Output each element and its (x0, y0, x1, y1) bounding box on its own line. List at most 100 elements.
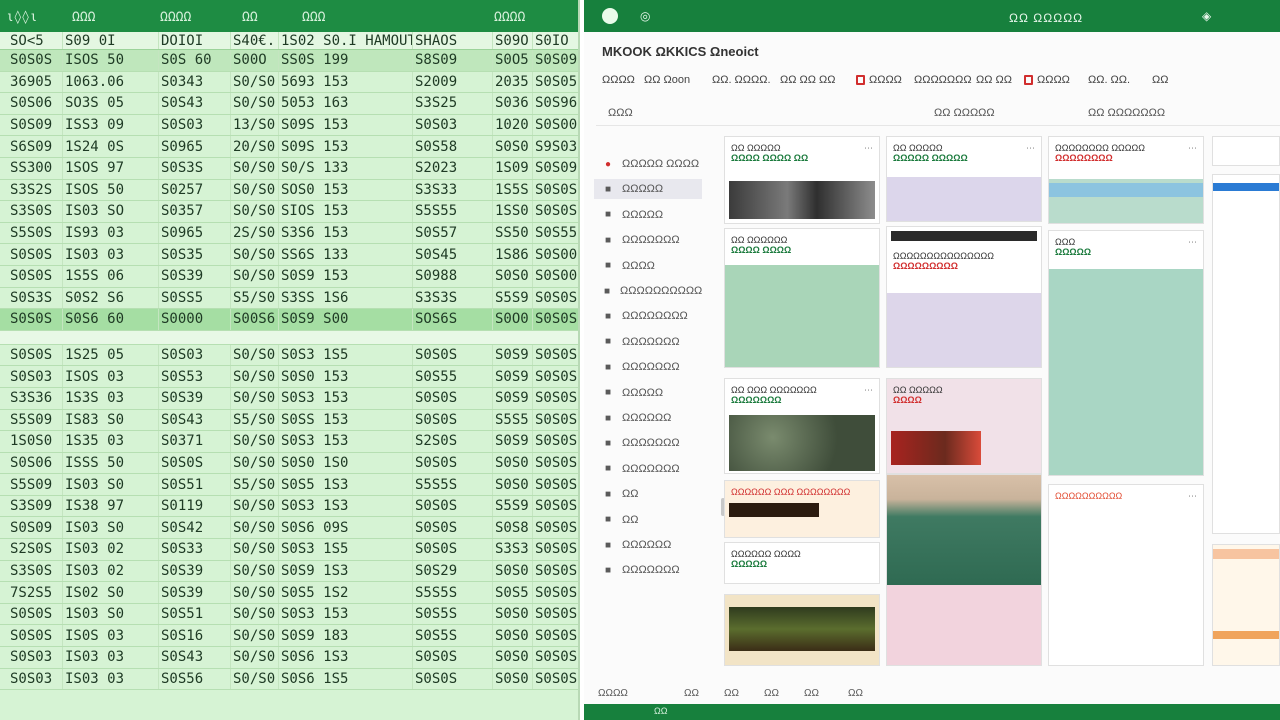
cell[interactable]: S2023 (412, 157, 492, 179)
cell[interactable]: S0/S0 (230, 625, 278, 647)
cell[interactable]: S0S43 (158, 93, 230, 114)
cell[interactable]: IS03 03 (62, 668, 158, 690)
cell[interactable]: S0S0S (532, 647, 578, 668)
header-cell[interactable]: DOIOI (158, 32, 230, 49)
table-row[interactable]: S0S0S IS03 03 S0S35 S0/S0 SS6S 133 S0S45 1S86 S… (0, 244, 578, 266)
cell[interactable]: S0S0S (532, 309, 578, 330)
cell[interactable]: S3S09 (8, 496, 62, 517)
cell[interactable]: S3S33 (412, 179, 492, 201)
cell[interactable]: S0/S0 (230, 344, 278, 366)
cell[interactable]: S0S0S (532, 582, 578, 603)
cell[interactable]: S0/S0 (230, 539, 278, 560)
cell[interactable]: S0S3S (8, 288, 62, 309)
cell[interactable]: S0S03 (158, 344, 230, 366)
cell[interactable]: IS03 03 (62, 647, 158, 668)
card-menu-icon[interactable]: ⋯ (1188, 237, 1197, 248)
cell[interactable]: S0/S0 (230, 560, 278, 582)
cell[interactable]: S0988 (412, 265, 492, 287)
table-row[interactable]: S0S0S 1S03 S0 S0S51 S0/S0 S0S3 153 S0S5S S0S0 S… (0, 603, 578, 626)
cell[interactable]: S0/S0 (230, 431, 278, 452)
sidebar-item[interactable]: ■ ΩΩΩΩΩΩ (594, 408, 702, 428)
cell[interactable]: 1S0S0 (8, 431, 62, 452)
table-row[interactable]: S0S09 IS03 S0 S0S42 S0/S0 S0S6 09S S0S0S S0S8 S… (0, 517, 578, 540)
ribbon-button[interactable]: ΩΩ Ωoon (644, 74, 690, 86)
cell[interactable]: S0/S0 (230, 603, 278, 625)
sidebar-item[interactable]: ■ ΩΩ (594, 510, 702, 530)
cell[interactable]: S0S0S (532, 409, 578, 431)
cell[interactable]: S0S9 1S3 (278, 560, 412, 582)
cell[interactable]: IS38 97 (62, 495, 158, 517)
cell[interactable]: S0S03 (158, 114, 230, 136)
sidebar-item[interactable]: ■ ΩΩΩΩΩΩΩΩΩΩ (594, 281, 702, 301)
table-row[interactable]: 7S2S5 IS02 S0 S0S39 S0/S0 S0S5 1S2 S5S5S S0S5 S… (0, 582, 578, 604)
bottom-tool[interactable]: ΩΩ (848, 688, 863, 699)
cell[interactable]: S0S39 (158, 387, 230, 409)
board-card[interactable] (1212, 136, 1280, 166)
cell[interactable]: S0/S0 (230, 93, 278, 114)
ribbon-button[interactable]: ΩΩΩΩ (1024, 74, 1070, 86)
table-row[interactable]: S0S03 IS03 03 S0S43 S0/S0 S0S6 1S3 S0S0S S0S0 S… (0, 647, 578, 669)
cell[interactable]: S0S33 (158, 539, 230, 560)
sidebar-item[interactable]: ■ ΩΩΩΩΩΩΩ (594, 332, 702, 352)
header-cell[interactable]: S0IO (532, 32, 578, 49)
cell[interactable]: S0S6 09S (278, 517, 412, 539)
table-row[interactable]: S2S0S IS03 02 S0S33 S0/S0 S0S3 1S5 S0S0S S3S3 S… (0, 539, 578, 561)
cell[interactable]: S5S09 (8, 474, 62, 495)
cell[interactable]: IS03 02 (62, 560, 158, 582)
sidebar-item[interactable]: ■ ΩΩΩΩΩΩΩΩ (594, 306, 702, 326)
cell[interactable]: S0S39 (158, 560, 230, 582)
cell[interactable]: S0S0S (532, 201, 578, 222)
table-row[interactable]: S0S03 ISOS 03 S0S53 S0/S0 S0S0 153 S0S55 S0S9 S… (0, 366, 578, 388)
cell[interactable]: 13/S0 (230, 114, 278, 136)
cell[interactable]: 2035 (492, 71, 532, 93)
header-cell[interactable]: S40€. (230, 32, 278, 49)
sidebar-item[interactable]: ■ ΩΩΩΩΩ (594, 205, 702, 225)
cell[interactable]: S00O (230, 50, 278, 71)
cell[interactable]: S0S43 (158, 647, 230, 668)
cell[interactable]: 1020 (492, 114, 532, 136)
cell[interactable]: IS83 S0 (62, 409, 158, 431)
cell[interactable]: SIOS 153 (278, 201, 412, 222)
cell[interactable]: S0S3 153 (278, 431, 412, 452)
table-row[interactable]: S0S03 IS03 03 S0S56 S0/S0 S0S6 1S5 S0S0S S0S0 S… (0, 668, 578, 691)
cell[interactable]: S0/S0 (230, 668, 278, 690)
cell[interactable]: S0S0S (532, 366, 578, 387)
ribbon-button[interactable]: ΩΩΩΩ (602, 74, 635, 86)
cell[interactable]: S0S55 (532, 222, 578, 244)
cell[interactable]: S0965 (158, 136, 230, 157)
cell[interactable]: ISOS 50 (62, 179, 158, 201)
cell[interactable]: S0S00 (532, 244, 578, 265)
cell[interactable]: S0S09 (532, 50, 578, 71)
sidebar-item[interactable]: ■ ΩΩΩΩΩ (594, 179, 702, 200)
cell[interactable]: S5/S0 (230, 474, 278, 495)
cell[interactable]: 2S/S0 (230, 222, 278, 244)
sidebar-item[interactable]: ■ ΩΩΩΩΩΩΩ (594, 459, 702, 479)
cell[interactable]: S0/S0 (230, 517, 278, 539)
cell[interactable]: S0S0 (492, 136, 532, 157)
cell[interactable]: S0119 (158, 495, 230, 517)
cell[interactable]: S0S0S (8, 625, 62, 646)
cell[interactable]: S0S9 (492, 431, 532, 452)
table-row[interactable]: S0S3S S0S2 S6 S0SS5 S5/S0 S3SS 1S6 S3S3S S5S9 S… (0, 287, 578, 310)
card-menu-icon[interactable]: ⋯ (1188, 491, 1197, 502)
header-cell[interactable]: 1S02 S0.I HAMOUT (278, 32, 412, 49)
cell[interactable]: S0S0S (532, 452, 578, 474)
board-card[interactable]: ΩΩ ΩΩΩΩΩΩ ΩΩΩΩ ΩΩΩΩ (724, 228, 880, 368)
cell[interactable]: S0S5S (412, 603, 492, 625)
cell[interactable]: IS03 03 (62, 244, 158, 265)
cell[interactable]: S0S0S (532, 287, 578, 309)
cell[interactable]: S0S6 60 (62, 309, 158, 330)
cell[interactable]: S0SS 153 (278, 409, 412, 431)
ribbon-button[interactable]: ΩΩΩΩ (856, 74, 902, 86)
view-option[interactable]: ΩΩ ΩΩΩΩΩ (934, 107, 995, 119)
cell[interactable]: 7S2S5 (8, 582, 62, 603)
cell[interactable]: S0S0S (532, 603, 578, 625)
cell[interactable]: S0S53 (158, 366, 230, 387)
cell[interactable]: 1S86 (492, 244, 532, 265)
cell[interactable]: S2S0S (412, 431, 492, 452)
cell[interactable]: S0S0S (412, 495, 492, 517)
board-card[interactable] (724, 594, 880, 666)
sheet-highlight-row[interactable]: S0S0S S0S6 60 S0000 S00S6 S0S9 S00 SOS6S… (0, 309, 578, 331)
table-row[interactable]: SS300 1SOS 97 S0S3S S0/S0 S0/S 133 S2023 1S09 S… (0, 157, 578, 180)
cell[interactable]: 5053 163 (278, 93, 412, 114)
